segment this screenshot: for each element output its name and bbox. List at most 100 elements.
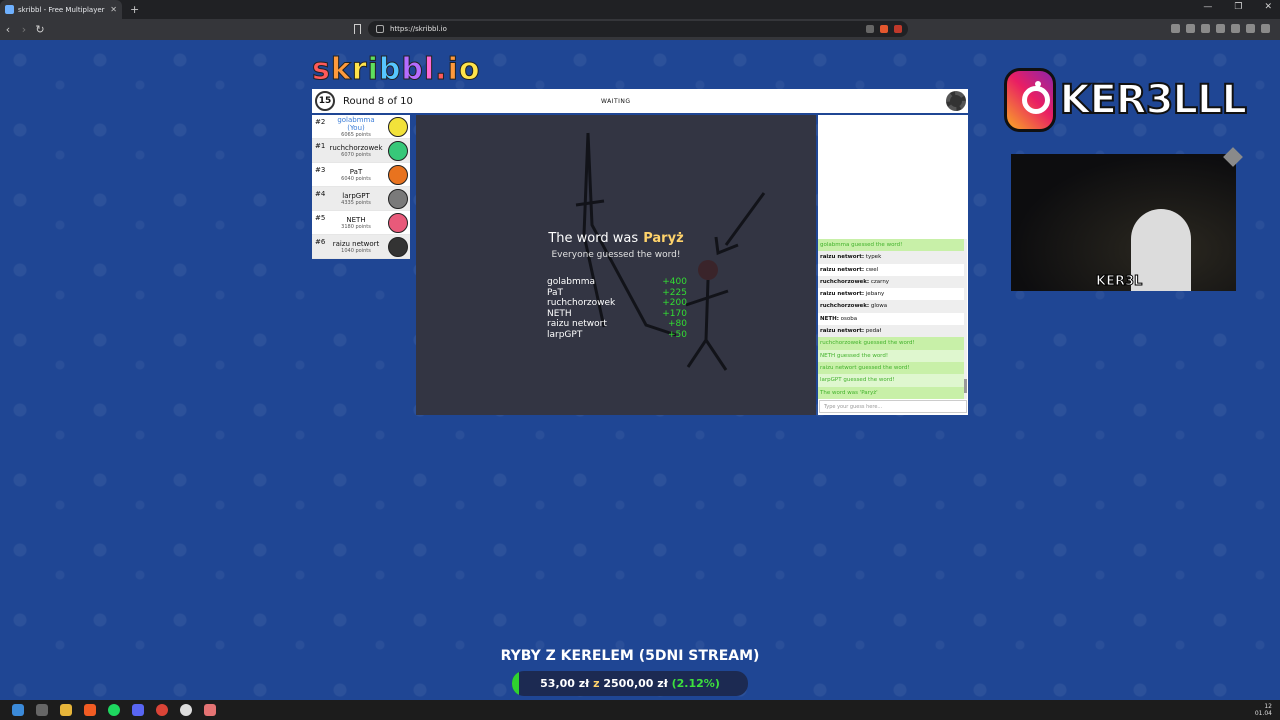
- extension-icon[interactable]: [1186, 24, 1195, 33]
- player-points: 6065 points: [341, 131, 371, 138]
- chat-text: glowa: [870, 303, 888, 310]
- timer-clock-icon: 15: [315, 91, 335, 111]
- browser-tab[interactable]: skribbl - Free Multiplayer Dra ✕: [0, 0, 122, 19]
- player-avatar: [388, 237, 408, 257]
- skribbl-logo: skribbl.io: [312, 52, 481, 88]
- score-row: raizu networt +80: [547, 319, 687, 330]
- extension-icon[interactable]: [1171, 24, 1180, 33]
- restore-button[interactable]: ❐: [1234, 2, 1242, 12]
- player-name: golabmma (You): [337, 115, 375, 132]
- discord-icon[interactable]: [132, 704, 144, 716]
- player-points: 4335 points: [341, 199, 371, 206]
- timer-value: 15: [318, 96, 332, 106]
- chat-message: The word was 'Paryż': [818, 386, 964, 399]
- wallet-icon[interactable]: [1231, 24, 1240, 33]
- score-player: larpGPT: [547, 329, 583, 340]
- chat-text: raizu networt guessed the word!: [820, 364, 910, 371]
- chat-message: raizu networt guessed the word!: [818, 361, 964, 375]
- tab-close-icon[interactable]: ✕: [110, 5, 117, 14]
- player-rank: #3: [315, 166, 326, 174]
- chat-author: ruchchorzowek:: [820, 278, 870, 285]
- player-points: 6070 points: [341, 151, 371, 158]
- player-rank: #4: [315, 190, 326, 198]
- player-points: 1040 points: [341, 247, 371, 254]
- chat-message: larpGPT guessed the word!: [818, 374, 964, 387]
- chat-message: raizu networt: typek: [818, 251, 964, 264]
- player-name: raizu networt: [332, 239, 380, 248]
- score-player: NETH: [547, 308, 572, 319]
- player-avatar: [388, 117, 408, 137]
- file-explorer-icon[interactable]: [60, 704, 72, 716]
- chrome-icon[interactable]: [156, 704, 168, 716]
- brave-browser-icon[interactable]: [84, 704, 96, 716]
- chat-scrollbar[interactable]: [964, 239, 967, 399]
- chat-text: jebany: [865, 291, 885, 298]
- chat-text: cwel: [865, 266, 879, 273]
- bookmark-icon[interactable]: [354, 24, 361, 34]
- close-window-button[interactable]: ✕: [1264, 2, 1272, 12]
- player-avatar: [388, 213, 408, 233]
- instagram-overlay: KER3LLL: [1004, 68, 1248, 132]
- media-icon[interactable]: [1201, 24, 1210, 33]
- player-name: larpGPT: [342, 191, 370, 200]
- goal-percent: (2.12%): [671, 677, 720, 690]
- player-row[interactable]: #6 raizu networt 1040 points: [312, 235, 410, 259]
- share-icon[interactable]: [866, 25, 874, 33]
- chat-text: The word was 'Paryż': [820, 389, 878, 396]
- player-avatar: [388, 189, 408, 209]
- player-rank: #6: [315, 238, 326, 246]
- reveal-subtitle: Everyone guessed the word!: [551, 250, 681, 260]
- app-icon[interactable]: [204, 704, 216, 716]
- revealed-word: Paryż: [643, 231, 684, 246]
- url-text[interactable]: https://skribbl.io: [390, 25, 447, 33]
- new-tab-button[interactable]: +: [130, 3, 139, 16]
- player-rank: #1: [315, 142, 326, 150]
- game-status: WAITING: [601, 97, 631, 105]
- score-row: PaT +225: [547, 288, 687, 299]
- score-player: golabmma: [547, 277, 595, 287]
- spotify-icon[interactable]: [108, 704, 120, 716]
- brave-rewards-icon[interactable]: [894, 25, 902, 33]
- player-row[interactable]: #2 golabmma (You) 6065 points: [312, 115, 410, 139]
- reload-icon[interactable]: ↻: [32, 23, 48, 36]
- instagram-handle: KER3LLL: [1059, 76, 1248, 124]
- chat-panel: golabmma guessed the word! raizu networt…: [818, 115, 968, 415]
- reveal-overlay: [416, 115, 816, 415]
- back-arrow-icon[interactable]: ‹: [0, 23, 16, 36]
- reveal-label: The word was: [548, 231, 639, 246]
- player-row[interactable]: #1 ruchchorzowek 6070 points: [312, 139, 410, 163]
- forward-arrow-icon[interactable]: ›: [16, 23, 32, 36]
- game-top-bar: 15 Round 8 of 10 WAITING: [312, 89, 968, 113]
- sidebar-icon[interactable]: [1216, 24, 1225, 33]
- chat-text: golabmma guessed the word!: [820, 242, 903, 248]
- store-icon[interactable]: [36, 704, 48, 716]
- player-avatar: [388, 165, 408, 185]
- chat-message: ruchchorzowek: czarny: [818, 275, 964, 289]
- system-clock[interactable]: 12 01.04: [1255, 703, 1272, 717]
- windows-start-icon[interactable]: [12, 704, 24, 716]
- player-rank: #2: [315, 118, 326, 126]
- player-row[interactable]: #5 NETH 3180 points: [312, 211, 410, 235]
- score-value: +50: [668, 329, 687, 340]
- brave-shield-icon[interactable]: [880, 25, 888, 33]
- drawing-canvas[interactable]: The word was Paryż Everyone guessed the …: [416, 115, 816, 415]
- minimize-button[interactable]: —: [1203, 2, 1212, 12]
- obs-icon[interactable]: [180, 704, 192, 716]
- address-bar-row: ‹ › ↻ https://skribbl.io: [0, 19, 1280, 40]
- menu-icon[interactable]: [1261, 24, 1270, 33]
- guess-input[interactable]: Type your guess here...: [819, 400, 967, 413]
- player-name: PaT: [349, 167, 363, 176]
- round-indicator: Round 8 of 10: [343, 95, 413, 107]
- score-value: +80: [668, 319, 687, 329]
- player-row[interactable]: #4 larpGPT 4335 points: [312, 187, 410, 211]
- chat-message: raizu networt: pedał: [818, 325, 964, 338]
- settings-gear-icon[interactable]: [946, 91, 966, 111]
- player-row[interactable]: #3 PaT 6040 points: [312, 163, 410, 187]
- windows-taskbar: 12 01.04: [0, 700, 1280, 720]
- vpn-icon[interactable]: [1246, 24, 1255, 33]
- site-info-icon[interactable]: [376, 25, 384, 33]
- url-bar[interactable]: https://skribbl.io: [368, 21, 908, 37]
- score-row: larpGPT +50: [547, 330, 687, 341]
- score-value: +400: [662, 277, 687, 287]
- score-value: +225: [662, 287, 687, 298]
